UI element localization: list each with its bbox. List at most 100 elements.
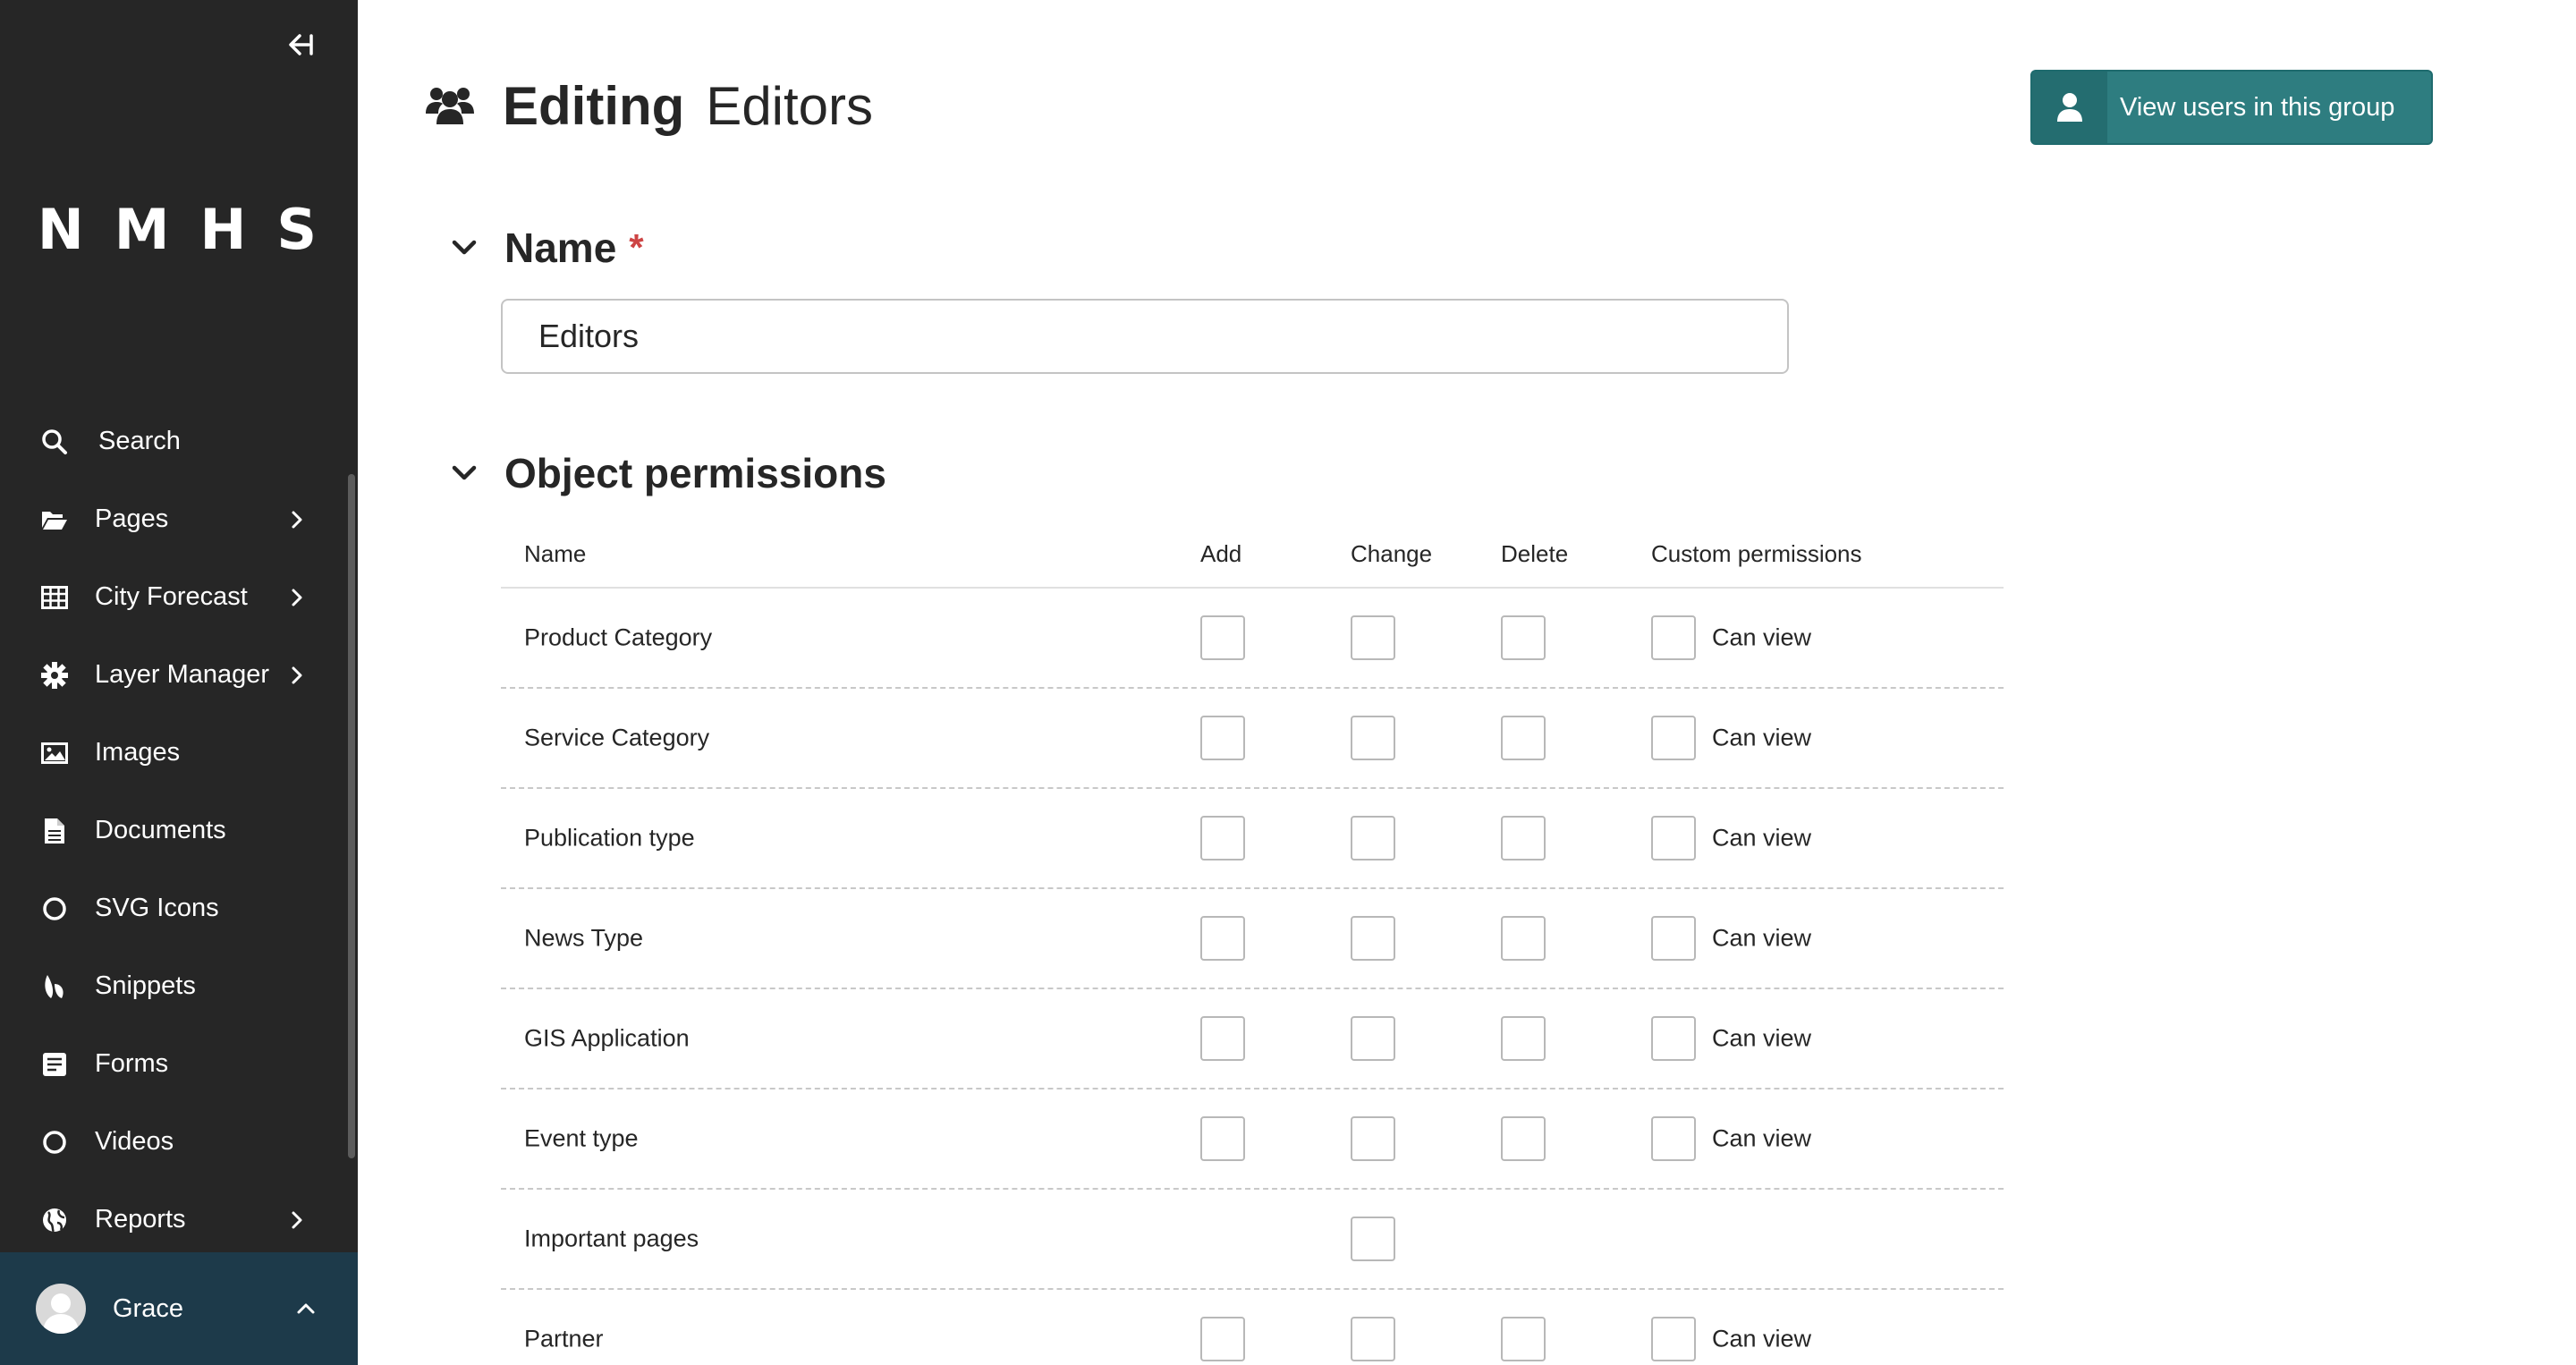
sidebar-item-label: Videos bbox=[95, 1127, 174, 1156]
account-menu[interactable]: Grace bbox=[0, 1252, 358, 1365]
custom-permission-label: Can view bbox=[1712, 824, 1812, 852]
row-model-name: Important pages bbox=[524, 1225, 699, 1252]
circle-icon bbox=[41, 1129, 68, 1156]
table-icon bbox=[41, 584, 68, 611]
custom-permission-checkbox[interactable] bbox=[1651, 716, 1696, 760]
change-permission-checkbox[interactable] bbox=[1351, 1116, 1395, 1161]
sidebar-item-snippets[interactable]: Snippets bbox=[0, 947, 349, 1025]
sidebar-item-label: Snippets bbox=[95, 971, 196, 1000]
group-name-input[interactable] bbox=[501, 299, 1789, 374]
sidebar-item-reports[interactable]: Reports bbox=[0, 1181, 349, 1259]
avatar bbox=[36, 1284, 86, 1334]
row-model-name: Partner bbox=[524, 1325, 604, 1352]
delete-permission-checkbox[interactable] bbox=[1501, 615, 1546, 660]
table-row: Event type Can view bbox=[501, 1089, 2004, 1190]
table-row: News Type Can view bbox=[501, 889, 2004, 989]
add-permission-checkbox[interactable] bbox=[1200, 1016, 1245, 1061]
custom-permission-label: Can view bbox=[1712, 1325, 1812, 1352]
sidebar-scrollbar[interactable] bbox=[348, 474, 355, 1158]
custom-permission-checkbox[interactable] bbox=[1651, 1317, 1696, 1361]
circle-icon bbox=[41, 895, 68, 922]
row-model-name: Event type bbox=[524, 1124, 639, 1152]
add-permission-checkbox[interactable] bbox=[1200, 1116, 1245, 1161]
snippet-icon bbox=[41, 973, 68, 1000]
delete-permission-checkbox[interactable] bbox=[1501, 916, 1546, 961]
custom-permission-label: Can view bbox=[1712, 924, 1812, 952]
view-users-label: View users in this group bbox=[2120, 92, 2395, 122]
custom-permission-checkbox[interactable] bbox=[1651, 1116, 1696, 1161]
sidebar-item-label: SVG Icons bbox=[95, 894, 219, 922]
column-header-custom: Custom permissions bbox=[1651, 539, 1862, 567]
custom-permission-checkbox[interactable] bbox=[1651, 816, 1696, 861]
add-permission-checkbox[interactable] bbox=[1200, 615, 1245, 660]
sidebar-item-svg-icons[interactable]: SVG Icons bbox=[0, 869, 349, 947]
change-permission-checkbox[interactable] bbox=[1351, 1016, 1395, 1061]
chevron-up-icon bbox=[295, 1298, 317, 1319]
change-permission-checkbox[interactable] bbox=[1351, 615, 1395, 660]
add-permission-checkbox[interactable] bbox=[1200, 916, 1245, 961]
table-row: Product Category Can view bbox=[501, 589, 2004, 689]
permissions-section-toggle[interactable]: Object permissions bbox=[451, 449, 886, 497]
sidebar-item-documents[interactable]: Documents bbox=[0, 792, 349, 869]
change-permission-checkbox[interactable] bbox=[1351, 1217, 1395, 1261]
sidebar-item-label: Documents bbox=[95, 816, 226, 844]
collapse-arrow-icon bbox=[289, 34, 313, 55]
delete-permission-checkbox[interactable] bbox=[1501, 1116, 1546, 1161]
collapse-sidebar-button[interactable] bbox=[279, 25, 318, 64]
chevron-down-icon bbox=[451, 234, 478, 261]
custom-permission-checkbox[interactable] bbox=[1651, 1016, 1696, 1061]
table-row: GIS Application Can view bbox=[501, 989, 2004, 1089]
add-permission-checkbox[interactable] bbox=[1200, 716, 1245, 760]
delete-permission-checkbox[interactable] bbox=[1501, 716, 1546, 760]
main-content: Editing Editors View users in this group… bbox=[358, 0, 2576, 1365]
custom-permission-label: Can view bbox=[1712, 724, 1812, 751]
sidebar-item-pages[interactable]: Pages bbox=[0, 480, 349, 558]
sidebar-item-layer-manager[interactable]: Layer Manager bbox=[0, 636, 349, 714]
add-permission-checkbox[interactable] bbox=[1200, 1317, 1245, 1361]
sidebar-item-label: Layer Manager bbox=[95, 660, 270, 689]
custom-permission-label: Can view bbox=[1712, 623, 1812, 651]
custom-permission-checkbox[interactable] bbox=[1651, 916, 1696, 961]
column-header-delete: Delete bbox=[1501, 539, 1569, 567]
name-section-toggle[interactable]: Name * bbox=[451, 224, 644, 272]
group-icon bbox=[426, 81, 474, 130]
sidebar-item-label: Forms bbox=[95, 1049, 169, 1078]
sidebar-item-label: Reports bbox=[95, 1205, 186, 1234]
sidebar-item-forms[interactable]: Forms bbox=[0, 1025, 349, 1103]
change-permission-checkbox[interactable] bbox=[1351, 1317, 1395, 1361]
site-logo[interactable]: NMHS bbox=[0, 197, 358, 262]
sidebar-item-label: Search bbox=[98, 427, 181, 455]
sidebar-item-label: Pages bbox=[95, 504, 169, 533]
chevron-right-icon bbox=[286, 509, 308, 530]
sidebar-item-city-forecast[interactable]: City Forecast bbox=[0, 558, 349, 636]
view-users-button[interactable]: View users in this group bbox=[2030, 70, 2433, 145]
delete-permission-checkbox[interactable] bbox=[1501, 1317, 1546, 1361]
row-model-name: Service Category bbox=[524, 724, 710, 751]
custom-permission-checkbox[interactable] bbox=[1651, 615, 1696, 660]
chevron-right-icon bbox=[286, 587, 308, 608]
permissions-section-title: Object permissions bbox=[504, 450, 886, 496]
change-permission-checkbox[interactable] bbox=[1351, 716, 1395, 760]
page-header: Editing Editors bbox=[426, 70, 873, 141]
image-icon bbox=[41, 740, 68, 767]
custom-permission-label: Can view bbox=[1712, 1124, 1812, 1152]
user-icon bbox=[2032, 72, 2107, 143]
chevron-right-icon bbox=[286, 1209, 308, 1231]
page-title-action: Editing bbox=[503, 75, 685, 136]
chevron-right-icon bbox=[286, 665, 308, 686]
custom-permission-label: Can view bbox=[1712, 1024, 1812, 1052]
column-header-add: Add bbox=[1200, 539, 1242, 567]
column-header-change: Change bbox=[1351, 539, 1433, 567]
change-permission-checkbox[interactable] bbox=[1351, 916, 1395, 961]
row-model-name: Product Category bbox=[524, 623, 713, 651]
sidebar-item-videos[interactable]: Videos bbox=[0, 1103, 349, 1181]
page-title-subject: Editors bbox=[706, 75, 874, 136]
sidebar-item-label: Images bbox=[95, 738, 181, 767]
sidebar-item-images[interactable]: Images bbox=[0, 714, 349, 792]
delete-permission-checkbox[interactable] bbox=[1501, 1016, 1546, 1061]
delete-permission-checkbox[interactable] bbox=[1501, 816, 1546, 861]
table-row: Service Category Can view bbox=[501, 689, 2004, 789]
change-permission-checkbox[interactable] bbox=[1351, 816, 1395, 861]
add-permission-checkbox[interactable] bbox=[1200, 816, 1245, 861]
sidebar-item-search[interactable]: Search bbox=[0, 403, 349, 480]
